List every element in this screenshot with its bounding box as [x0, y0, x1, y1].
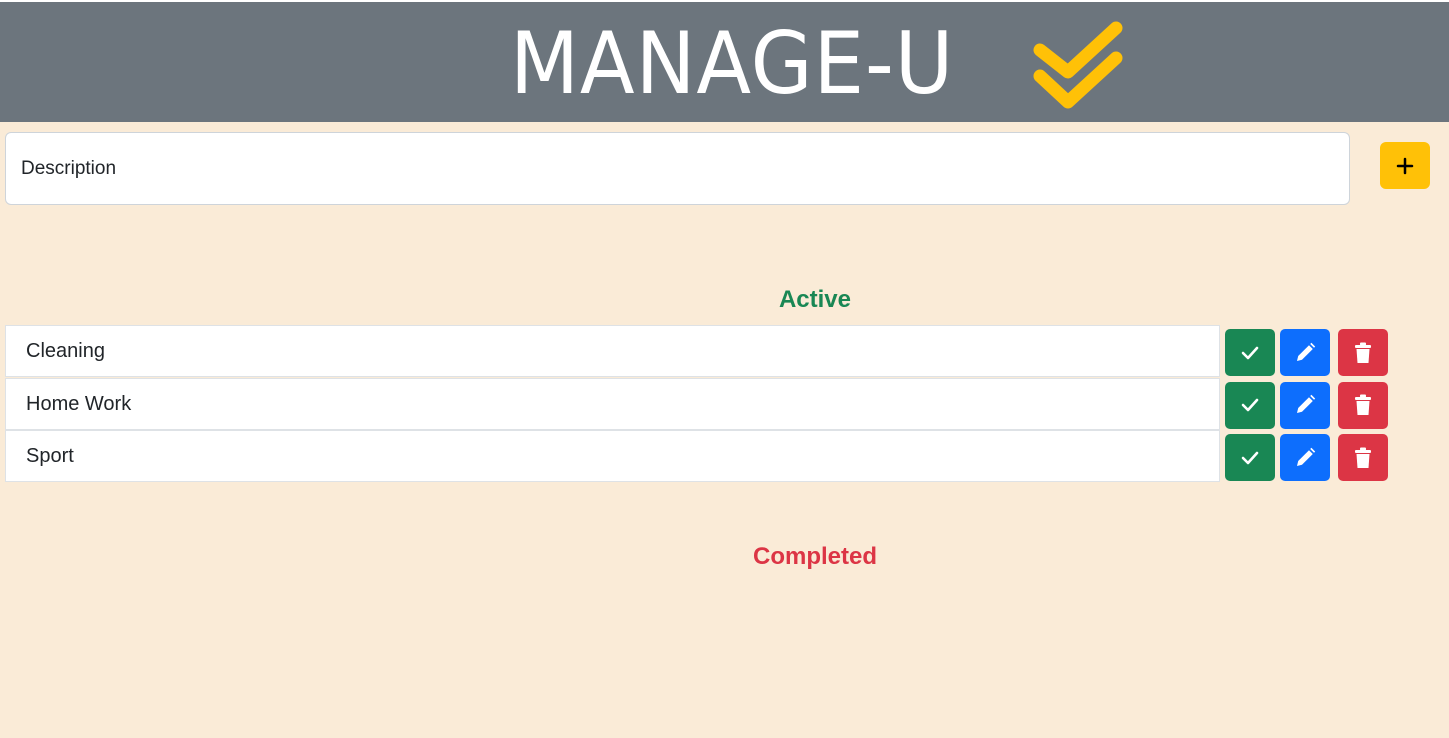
completed-section-title: Completed: [752, 543, 877, 570]
complete-task-button[interactable]: [1225, 329, 1275, 376]
double-check-icon: [1030, 20, 1126, 114]
pencil-icon: [1294, 342, 1316, 364]
task-row: Sport: [5, 430, 1390, 482]
task-label: Cleaning: [5, 325, 1220, 377]
task-row: Home Work: [5, 377, 1390, 430]
task-label: Sport: [5, 430, 1220, 482]
trash-icon: [1354, 394, 1372, 416]
pencil-icon: [1294, 394, 1316, 416]
edit-task-button[interactable]: [1280, 381, 1330, 429]
edit-task-button[interactable]: [1280, 329, 1330, 376]
check-icon: [1241, 398, 1259, 412]
trash-icon: [1354, 447, 1372, 469]
pencil-icon: [1294, 447, 1316, 469]
check-icon: [1241, 346, 1259, 360]
complete-task-button[interactable]: [1225, 381, 1275, 429]
plus-icon: [1396, 157, 1414, 175]
delete-task-button[interactable]: [1338, 329, 1388, 376]
check-icon: [1241, 451, 1259, 465]
delete-task-button[interactable]: [1338, 381, 1388, 429]
app-title: MANAGE-U: [510, 14, 955, 114]
task-label: Home Work: [5, 377, 1220, 430]
task-row: Cleaning: [5, 325, 1390, 377]
description-input[interactable]: [5, 132, 1350, 205]
add-task-button[interactable]: [1380, 142, 1430, 189]
complete-task-button[interactable]: [1225, 434, 1275, 481]
active-section-title: Active: [778, 286, 852, 313]
trash-icon: [1354, 342, 1372, 364]
header-title-wrap: MANAGE-U: [510, 16, 988, 112]
delete-task-button[interactable]: [1338, 434, 1388, 481]
edit-task-button[interactable]: [1280, 434, 1330, 481]
app-header: MANAGE-U: [0, 0, 1449, 122]
